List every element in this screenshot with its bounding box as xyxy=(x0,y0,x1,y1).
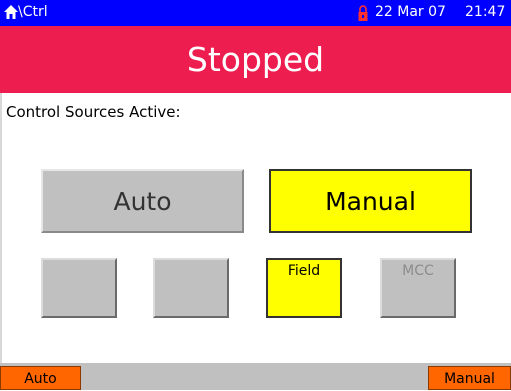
left-divider xyxy=(0,93,2,363)
current-path: \Ctrl xyxy=(18,4,48,20)
softkey-bar: Auto Manual xyxy=(0,363,511,390)
lock-icon xyxy=(358,5,368,21)
time-display: 21:47 xyxy=(465,4,506,20)
auto-mode-button[interactable]: Auto xyxy=(41,169,244,233)
manual-mode-button[interactable]: Manual xyxy=(269,169,472,233)
field-source-button[interactable]: Field xyxy=(266,258,342,318)
auto-softkey[interactable]: Auto xyxy=(0,366,81,390)
control-source-button-2[interactable] xyxy=(153,258,229,318)
control-sources-label: Control Sources Active: xyxy=(6,103,181,121)
title-bar: \Ctrl 22 Mar 07 21:47 xyxy=(0,0,511,26)
status-banner: Stopped xyxy=(0,26,511,93)
control-source-button-1[interactable] xyxy=(41,258,117,318)
home-icon[interactable] xyxy=(3,4,19,20)
date-display: 22 Mar 07 xyxy=(375,4,446,20)
mcc-source-button[interactable]: MCC xyxy=(380,258,456,318)
manual-softkey[interactable]: Manual xyxy=(428,366,511,390)
